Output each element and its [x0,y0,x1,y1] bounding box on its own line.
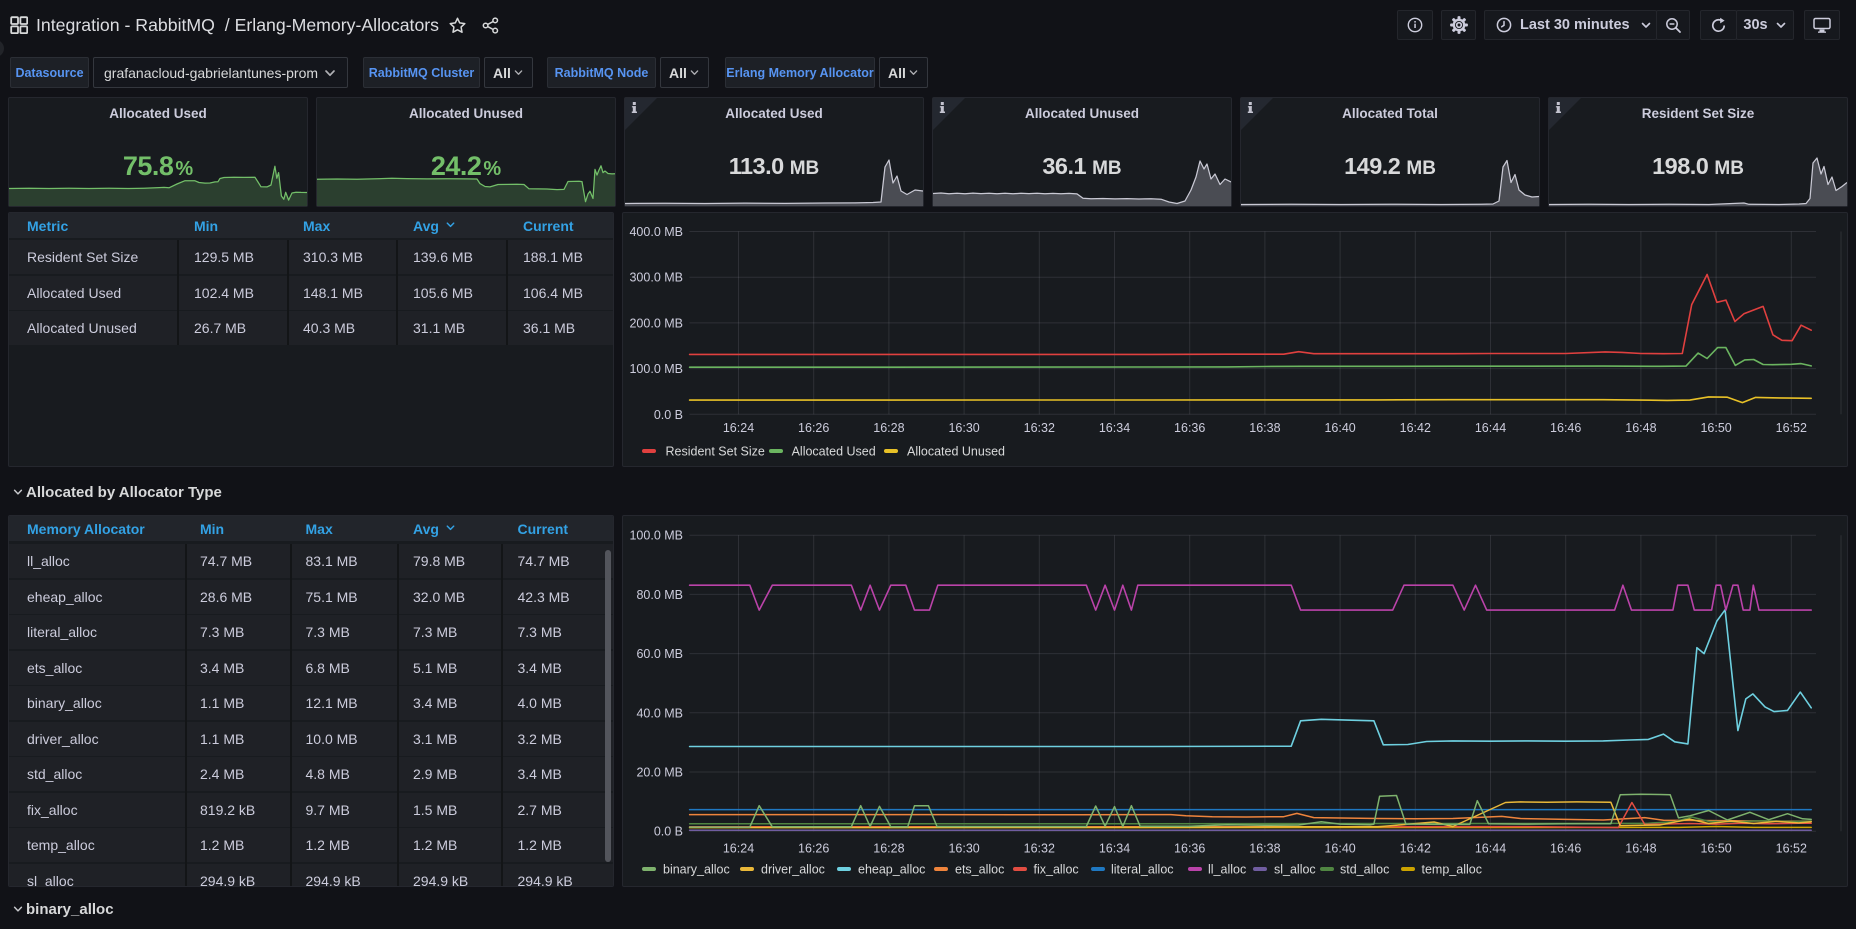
svg-text:400.0 MB: 400.0 MB [629,225,683,239]
svg-text:16:52: 16:52 [1776,842,1807,856]
svg-text:16:34: 16:34 [1099,842,1130,856]
svg-text:16:44: 16:44 [1475,842,1506,856]
svg-text:100.0 MB: 100.0 MB [629,362,683,376]
svg-text:16:52: 16:52 [1776,421,1807,435]
svg-text:16:42: 16:42 [1400,421,1431,435]
svg-text:16:48: 16:48 [1625,842,1656,856]
svg-text:binary_alloc: binary_alloc [663,863,730,877]
svg-text:16:38: 16:38 [1249,421,1280,435]
svg-text:100.0 MB: 100.0 MB [629,529,683,543]
svg-text:16:38: 16:38 [1249,842,1280,856]
svg-text:16:44: 16:44 [1475,421,1506,435]
svg-text:300.0 MB: 300.0 MB [629,271,683,285]
svg-text:driver_alloc: driver_alloc [761,863,825,877]
svg-text:16:24: 16:24 [723,842,754,856]
svg-text:16:36: 16:36 [1174,842,1205,856]
svg-text:0.0 B: 0.0 B [654,825,683,839]
svg-text:Allocated Used: Allocated Used [792,445,876,459]
svg-text:16:30: 16:30 [948,842,979,856]
svg-text:16:46: 16:46 [1550,421,1581,435]
svg-text:16:40: 16:40 [1324,421,1355,435]
svg-text:200.0 MB: 200.0 MB [629,316,683,330]
svg-text:16:32: 16:32 [1024,842,1055,856]
svg-text:16:48: 16:48 [1625,421,1656,435]
svg-text:fix_alloc: fix_alloc [1034,863,1079,877]
svg-text:eheap_alloc: eheap_alloc [858,863,925,877]
svg-text:temp_alloc: temp_alloc [1422,863,1482,877]
svg-text:ll_alloc: ll_alloc [1208,863,1246,877]
svg-text:16:28: 16:28 [873,842,904,856]
svg-text:0.0 B: 0.0 B [654,408,683,422]
svg-text:16:32: 16:32 [1024,421,1055,435]
svg-text:16:42: 16:42 [1400,842,1431,856]
svg-text:16:36: 16:36 [1174,421,1205,435]
svg-text:16:24: 16:24 [723,421,754,435]
svg-text:16:26: 16:26 [798,421,829,435]
svg-text:16:40: 16:40 [1324,842,1355,856]
svg-text:Allocated Unused: Allocated Unused [907,445,1005,459]
svg-text:80.0 MB: 80.0 MB [636,588,683,602]
svg-text:16:34: 16:34 [1099,421,1130,435]
svg-text:16:26: 16:26 [798,842,829,856]
svg-text:16:46: 16:46 [1550,842,1581,856]
svg-text:std_alloc: std_alloc [1340,863,1389,877]
svg-text:60.0 MB: 60.0 MB [636,647,683,661]
svg-text:16:30: 16:30 [948,421,979,435]
svg-text:literal_alloc: literal_alloc [1111,863,1174,877]
svg-text:40.0 MB: 40.0 MB [636,706,683,720]
svg-text:16:50: 16:50 [1700,421,1731,435]
svg-text:ets_alloc: ets_alloc [955,863,1004,877]
svg-text:16:28: 16:28 [873,421,904,435]
svg-text:16:50: 16:50 [1700,842,1731,856]
svg-text:Resident Set Size: Resident Set Size [666,445,765,459]
svg-text:sl_alloc: sl_alloc [1274,863,1316,877]
svg-text:20.0 MB: 20.0 MB [636,766,683,780]
